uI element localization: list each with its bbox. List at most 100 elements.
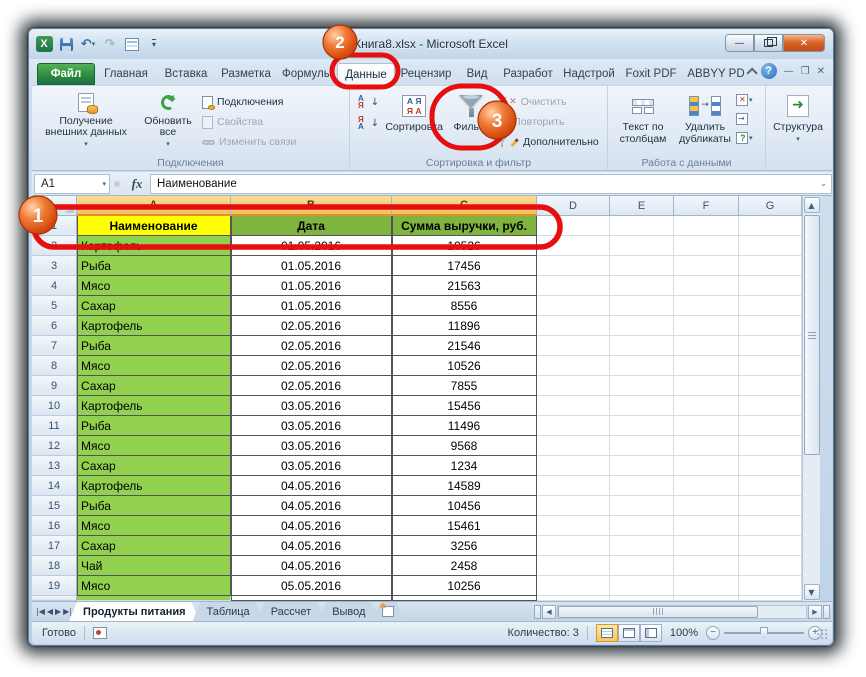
outline-button[interactable]: ➜ Структура▾ bbox=[770, 89, 826, 153]
zoom-slider-thumb[interactable] bbox=[760, 627, 768, 638]
cell[interactable] bbox=[537, 276, 610, 296]
cell[interactable] bbox=[610, 436, 674, 456]
cell[interactable] bbox=[674, 436, 739, 456]
cell[interactable] bbox=[739, 276, 802, 296]
column-header-D[interactable]: D bbox=[537, 196, 610, 216]
cell[interactable] bbox=[537, 576, 610, 596]
row-header-9[interactable]: 9 bbox=[32, 376, 77, 396]
cell[interactable]: 02.05.2016 bbox=[231, 356, 392, 376]
close-button[interactable]: ✕ bbox=[783, 34, 825, 52]
cell[interactable]: 10526 bbox=[392, 356, 537, 376]
cell[interactable]: Мясо bbox=[77, 356, 231, 376]
column-header-G[interactable]: G bbox=[739, 196, 802, 216]
cell[interactable] bbox=[610, 456, 674, 476]
cell[interactable]: 11896 bbox=[392, 316, 537, 336]
normal-view-button[interactable] bbox=[596, 624, 618, 642]
name-box[interactable]: A1 ▾ bbox=[34, 174, 110, 194]
cell[interactable]: 01.05.2016 bbox=[231, 296, 392, 316]
scroll-down-icon[interactable]: ▼ bbox=[804, 584, 820, 600]
cell[interactable] bbox=[674, 276, 739, 296]
cell[interactable]: Картофель bbox=[77, 396, 231, 416]
properties-button[interactable]: Свойства bbox=[200, 113, 298, 131]
macro-record-icon[interactable] bbox=[93, 627, 107, 639]
cell[interactable]: Сумма выручки, руб. bbox=[392, 216, 537, 236]
cell[interactable] bbox=[739, 476, 802, 496]
cell[interactable]: Мясо bbox=[77, 576, 231, 596]
cell[interactable] bbox=[739, 416, 802, 436]
cell[interactable]: 01.05.2016 bbox=[231, 276, 392, 296]
row-header-14[interactable]: 14 bbox=[32, 476, 77, 496]
minimize-ribbon-icon[interactable] bbox=[746, 67, 757, 78]
sort-ascending-button[interactable]: АЯ ↓ bbox=[354, 93, 381, 111]
vertical-scrollbar-thumb[interactable] bbox=[804, 215, 820, 455]
cell[interactable] bbox=[537, 316, 610, 336]
cell[interactable] bbox=[610, 376, 674, 396]
cell[interactable] bbox=[610, 536, 674, 556]
cell[interactable] bbox=[537, 336, 610, 356]
cell[interactable] bbox=[674, 556, 739, 576]
cell[interactable]: Рыба bbox=[77, 256, 231, 276]
get-external-data-button[interactable]: Получение внешних данных▾ bbox=[36, 89, 136, 153]
zoom-out-icon[interactable]: − bbox=[706, 626, 720, 640]
ribbon-tab-главная[interactable]: Главная bbox=[95, 63, 157, 85]
edit-links-button[interactable]: Изменить связи bbox=[200, 133, 298, 151]
cell[interactable] bbox=[610, 396, 674, 416]
cell[interactable] bbox=[674, 376, 739, 396]
cell[interactable] bbox=[537, 296, 610, 316]
cell[interactable] bbox=[739, 376, 802, 396]
cell[interactable]: Наименование bbox=[77, 216, 231, 236]
cell[interactable]: Чай bbox=[77, 556, 231, 576]
ribbon-tab-вид[interactable]: Вид bbox=[457, 63, 497, 85]
cell[interactable] bbox=[674, 396, 739, 416]
cell[interactable]: Картофель bbox=[77, 476, 231, 496]
row-header-8[interactable]: 8 bbox=[32, 356, 77, 376]
clear-filter-button[interactable]: ✕ Очистить bbox=[495, 93, 601, 111]
column-header-A[interactable]: A bbox=[77, 196, 231, 216]
ribbon-tab-формулы[interactable]: Формулы bbox=[277, 63, 337, 85]
cell[interactable] bbox=[610, 236, 674, 256]
row-header-2[interactable]: 2 bbox=[32, 236, 77, 256]
row-header-1[interactable]: 1 bbox=[32, 216, 77, 236]
cell[interactable] bbox=[739, 516, 802, 536]
reapply-filter-button[interactable]: Повторить bbox=[495, 113, 601, 131]
cell[interactable] bbox=[739, 316, 802, 336]
scroll-right-icon[interactable]: ▶ bbox=[808, 605, 822, 619]
cell[interactable] bbox=[674, 536, 739, 556]
cell[interactable] bbox=[610, 576, 674, 596]
row-header-4[interactable]: 4 bbox=[32, 276, 77, 296]
column-header-C[interactable]: C bbox=[392, 196, 537, 216]
sheet-tab-таблица[interactable]: Таблица bbox=[193, 602, 264, 621]
cell[interactable] bbox=[739, 396, 802, 416]
ribbon-tab-надстрой[interactable]: Надстрой bbox=[559, 63, 619, 85]
cell[interactable]: 10456 bbox=[392, 496, 537, 516]
cell[interactable]: 03.05.2016 bbox=[231, 396, 392, 416]
cell[interactable] bbox=[739, 356, 802, 376]
cell[interactable]: Дата bbox=[231, 216, 392, 236]
column-header-E[interactable]: E bbox=[610, 196, 674, 216]
cell[interactable] bbox=[610, 516, 674, 536]
row-header-13[interactable]: 13 bbox=[32, 456, 77, 476]
cell[interactable] bbox=[537, 496, 610, 516]
cell[interactable] bbox=[537, 436, 610, 456]
cell[interactable]: Сахар bbox=[77, 296, 231, 316]
connections-button[interactable]: Подключения bbox=[200, 93, 298, 111]
cell[interactable] bbox=[739, 576, 802, 596]
cell[interactable]: Сахар bbox=[77, 456, 231, 476]
scroll-up-icon[interactable]: ▲ bbox=[804, 197, 820, 213]
column-header-F[interactable]: F bbox=[674, 196, 739, 216]
cell[interactable]: 02.05.2016 bbox=[231, 376, 392, 396]
cell[interactable]: 1234 bbox=[392, 456, 537, 476]
horizontal-scrollbar-thumb[interactable] bbox=[558, 606, 758, 618]
page-break-view-button[interactable] bbox=[640, 624, 662, 642]
cell[interactable]: 21546 bbox=[392, 336, 537, 356]
resize-grip[interactable] bbox=[817, 629, 829, 641]
scroll-left-icon[interactable]: ◀ bbox=[542, 605, 556, 619]
vertical-scrollbar[interactable]: ▲ ▼ bbox=[802, 196, 820, 601]
cell[interactable]: 04.05.2016 bbox=[231, 516, 392, 536]
cell[interactable]: 7855 bbox=[392, 376, 537, 396]
help-icon[interactable]: ? bbox=[761, 63, 777, 79]
remove-duplicates-button[interactable]: → Удалить дубликаты bbox=[674, 89, 736, 153]
cell[interactable] bbox=[537, 456, 610, 476]
cell[interactable] bbox=[537, 396, 610, 416]
name-box-dropdown-icon[interactable]: ▾ bbox=[102, 180, 106, 188]
